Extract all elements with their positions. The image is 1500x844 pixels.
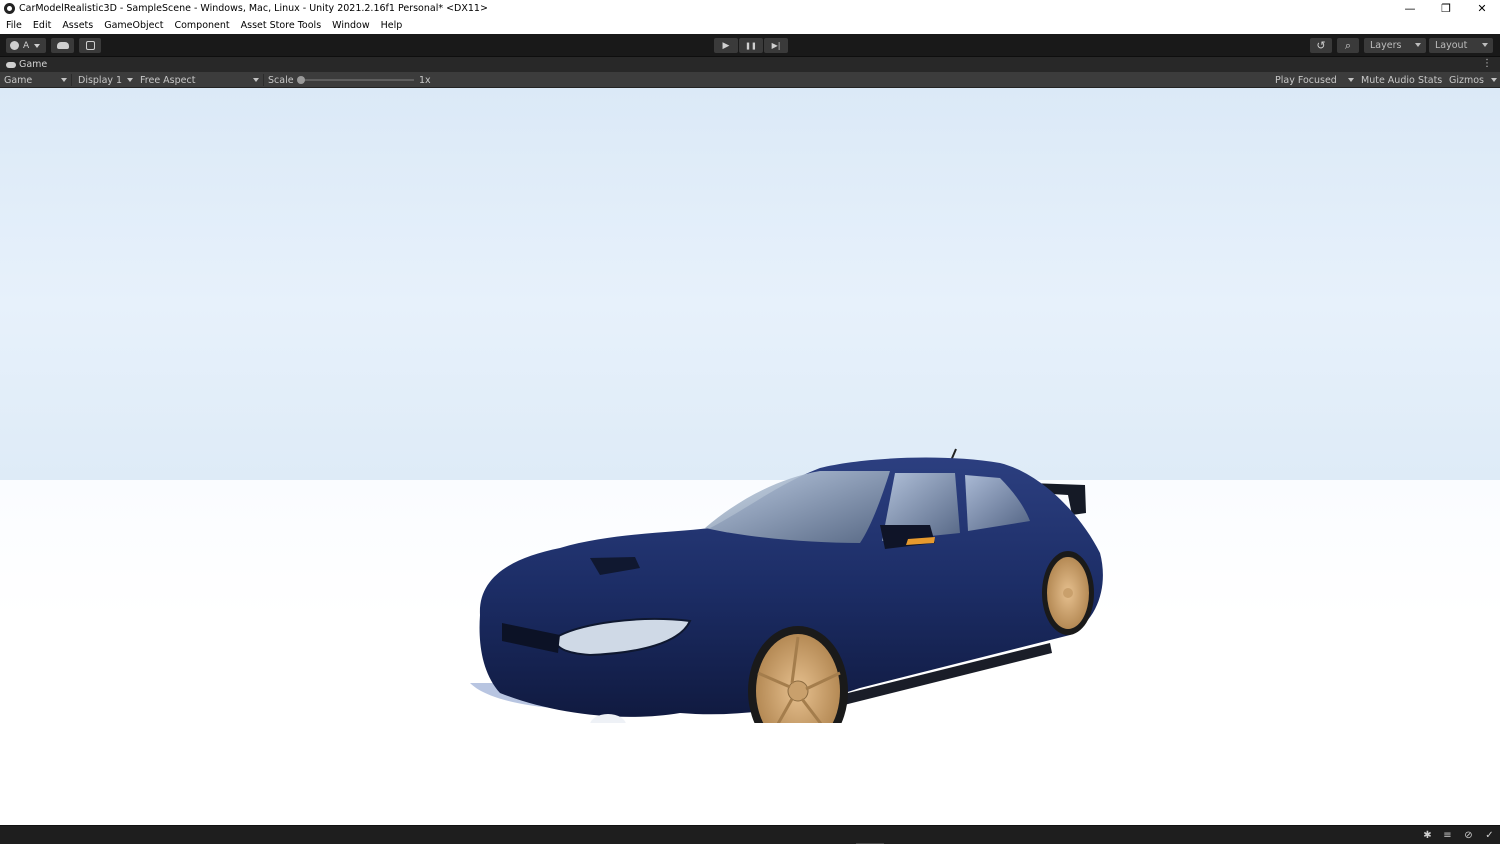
layers-dropdown[interactable]: Layers [1364,38,1426,53]
menu-window[interactable]: Window [332,20,369,31]
view-mode-label: Game [4,74,33,86]
chevron-down-icon [127,78,133,82]
separator [263,74,264,86]
menu-assets[interactable]: Assets [62,20,93,31]
layers-label: Layers [1370,40,1402,51]
step-button[interactable]: ▶| [764,38,788,53]
window-title: CarModelRealistic3D - SampleScene - Wind… [19,3,488,14]
mute-audio-toggle[interactable]: Mute Audio [1361,72,1415,88]
scale-value: 1x [419,74,431,86]
main-toolbar: A ▶ ❚❚ ▶| ↺ ⌕ Layers Layout [0,34,1500,57]
check-icon[interactable]: ✓ [1484,830,1495,841]
play-focused-dropdown[interactable]: Play Focused [1271,72,1357,88]
cloud-button[interactable] [51,38,74,53]
view-mode-dropdown[interactable]: Game [0,72,70,88]
tab-game-label: Game [19,59,48,70]
pause-icon: ❚❚ [745,41,757,50]
cloud-icon [56,42,69,49]
gizmos-label: Gizmos [1449,74,1485,86]
car-model [470,448,1103,723]
stats-toggle[interactable]: Stats [1418,72,1442,88]
bug-icon[interactable]: ✱ [1422,830,1433,841]
menu-gameobject[interactable]: GameObject [104,20,163,31]
menu-asset-store-tools[interactable]: Asset Store Tools [241,20,322,31]
undo-history-button[interactable]: ↺ [1310,38,1332,53]
step-icon: ▶| [771,41,781,50]
scale-slider-thumb[interactable] [297,76,305,84]
title-bar: CarModelRealistic3D - SampleScene - Wind… [0,0,1500,17]
chevron-down-icon [61,78,67,82]
menu-edit[interactable]: Edit [33,20,51,31]
restore-button[interactable]: ❐ [1428,0,1464,17]
play-icon: ▶ [722,40,730,51]
layers-icon[interactable]: ≡ [1442,830,1453,841]
chevron-down-icon [253,78,259,82]
menu-component[interactable]: Component [174,20,229,31]
close-button[interactable]: ✕ [1464,0,1500,17]
play-button[interactable]: ▶ [714,38,738,53]
layout-label: Layout [1435,40,1468,51]
game-view-toolbar: Game Display 1 Free Aspect Scale 1x Play… [0,72,1500,88]
play-focused-label: Play Focused [1275,74,1337,86]
rear-hub [1063,588,1073,598]
minimize-button[interactable]: — [1392,0,1428,17]
window-controls: — ❐ ✕ [1392,0,1500,17]
search-icon: ⌕ [1344,38,1352,52]
pause-button[interactable]: ❚❚ [739,38,763,53]
chevron-down-icon [1348,78,1354,82]
layout-dropdown[interactable]: Layout [1429,38,1493,53]
no-lighting-icon[interactable]: ⊘ [1463,830,1474,841]
history-icon: ↺ [1316,39,1326,52]
windshield [705,471,890,543]
collab-icon [85,41,95,50]
account-icon [10,41,19,50]
scale-slider-track[interactable] [300,79,414,81]
status-bar: ✱ ≡ ⊘ ✓ [0,825,1500,844]
menu-file[interactable]: File [6,20,22,31]
front-hub [787,680,809,702]
collab-button[interactable] [79,38,101,53]
account-label: A [23,40,30,51]
chevron-down-icon [1491,78,1497,82]
separator [71,74,72,86]
chevron-down-icon [1415,43,1421,47]
scale-label: Scale [268,74,294,86]
account-dropdown[interactable]: A [6,38,46,53]
menu-help[interactable]: Help [381,20,403,31]
game-tab-header: Game ⋮ [0,57,1500,72]
unity-logo-icon [4,3,15,14]
chevron-down-icon [1482,43,1488,47]
gamepad-icon [6,61,16,68]
search-button[interactable]: ⌕ [1337,38,1359,53]
game-viewport[interactable] [0,88,1500,825]
gizmos-dropdown[interactable]: Gizmos [1445,72,1500,88]
display-label: Display 1 [78,74,123,86]
display-dropdown[interactable]: Display 1 [74,72,136,88]
aspect-dropdown[interactable]: Free Aspect [136,72,262,88]
menu-bar: File Edit Assets GameObject Component As… [0,17,1500,34]
tab-game[interactable]: Game [0,57,47,72]
chevron-down-icon [34,43,41,48]
aspect-label: Free Aspect [140,74,196,86]
kebab-menu-icon[interactable]: ⋮ [1482,59,1492,69]
